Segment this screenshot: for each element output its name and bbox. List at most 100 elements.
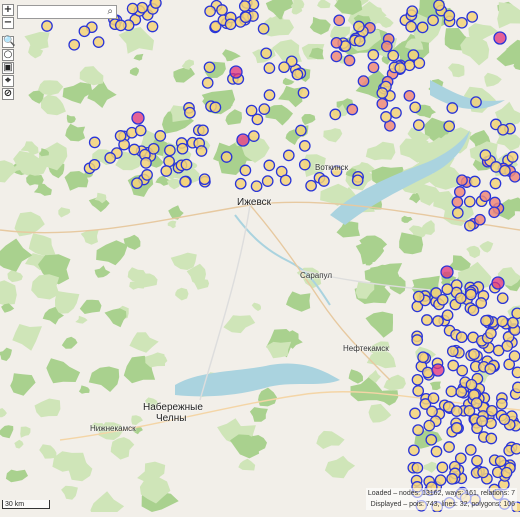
poi-marker[interactable]: [264, 63, 274, 73]
poi-marker[interactable]: [296, 125, 306, 135]
poi-marker[interactable]: [279, 62, 289, 72]
poi-marker[interactable]: [448, 346, 458, 356]
poi-marker[interactable]: [127, 3, 137, 13]
poi-marker[interactable]: [196, 146, 206, 156]
poi-marker[interactable]: [452, 197, 462, 207]
search-input[interactable]: ⌕: [17, 5, 117, 19]
poi-marker[interactable]: [471, 398, 481, 408]
poi-marker[interactable]: [199, 174, 209, 184]
poi-marker[interactable]: [258, 24, 268, 34]
poi-marker[interactable]: [496, 456, 506, 466]
poi-marker[interactable]: [354, 21, 364, 31]
poi-marker[interactable]: [300, 159, 310, 169]
poi-marker[interactable]: [412, 335, 422, 345]
poi-marker[interactable]: [198, 125, 208, 135]
poi-marker[interactable]: [428, 393, 438, 403]
poi-marker[interactable]: [377, 88, 387, 98]
poi-marker[interactable]: [455, 187, 465, 197]
poi-marker[interactable]: [467, 12, 477, 22]
poi-marker[interactable]: [281, 175, 291, 185]
poi-marker[interactable]: [409, 445, 419, 455]
poi-marker[interactable]: [306, 181, 316, 191]
poi-marker[interactable]: [115, 131, 125, 141]
poi-marker[interactable]: [490, 197, 500, 207]
poi-marker[interactable]: [410, 102, 420, 112]
poi-marker[interactable]: [406, 21, 416, 31]
poi-marker[interactable]: [264, 90, 274, 100]
poi-marker[interactable]: [42, 21, 52, 31]
poi-marker[interactable]: [344, 55, 354, 65]
map-canvas[interactable]: [0, 0, 520, 512]
poi-marker[interactable]: [512, 367, 520, 377]
poi-marker[interactable]: [164, 156, 174, 166]
poi-marker[interactable]: [331, 51, 341, 61]
poi-marker[interactable]: [501, 468, 511, 478]
poi-marker[interactable]: [155, 131, 165, 141]
poi-marker-highlight[interactable]: [432, 364, 444, 376]
poi-marker[interactable]: [358, 76, 368, 86]
poi-marker[interactable]: [355, 36, 365, 46]
poi-marker[interactable]: [497, 316, 507, 326]
clear-tool-icon[interactable]: ⊘: [2, 88, 14, 100]
poi-marker[interactable]: [466, 445, 476, 455]
poi-marker[interactable]: [407, 6, 417, 16]
poi-marker[interactable]: [410, 408, 420, 418]
poi-marker[interactable]: [475, 215, 485, 225]
poi-marker[interactable]: [437, 462, 447, 472]
poi-marker[interactable]: [447, 103, 457, 113]
poi-marker[interactable]: [498, 293, 508, 303]
poi-marker[interactable]: [456, 387, 466, 397]
poi-marker[interactable]: [137, 3, 147, 13]
poi-marker[interactable]: [500, 166, 510, 176]
poi-marker-highlight[interactable]: [492, 277, 504, 289]
poi-marker[interactable]: [292, 69, 302, 79]
poi-marker[interactable]: [513, 382, 520, 392]
poi-marker[interactable]: [413, 386, 423, 396]
poi-marker[interactable]: [452, 423, 462, 433]
poi-marker[interactable]: [444, 121, 454, 131]
poi-marker[interactable]: [368, 50, 378, 60]
poi-marker[interactable]: [485, 364, 495, 374]
poi-marker-highlight[interactable]: [237, 134, 249, 146]
poi-marker[interactable]: [79, 26, 89, 36]
poi-marker[interactable]: [497, 399, 507, 409]
poi-marker[interactable]: [388, 50, 398, 60]
circle-tool-icon[interactable]: ○: [2, 49, 14, 61]
poi-marker[interactable]: [480, 191, 490, 201]
poi-marker[interactable]: [457, 365, 467, 375]
poi-marker[interactable]: [381, 112, 391, 122]
poi-marker[interactable]: [511, 444, 520, 454]
poi-marker[interactable]: [395, 63, 405, 73]
poi-marker[interactable]: [481, 316, 491, 326]
poi-marker[interactable]: [89, 160, 99, 170]
poi-marker[interactable]: [221, 152, 231, 162]
poi-marker[interactable]: [414, 120, 424, 130]
search-tool-icon[interactable]: 🔍: [2, 36, 14, 48]
poi-marker[interactable]: [442, 284, 452, 294]
poi-marker[interactable]: [240, 165, 250, 175]
poi-marker[interactable]: [203, 78, 213, 88]
poi-marker[interactable]: [319, 176, 329, 186]
poi-marker[interactable]: [368, 62, 378, 72]
poi-marker[interactable]: [435, 475, 445, 485]
poi-marker[interactable]: [261, 48, 271, 58]
poi-marker-highlight[interactable]: [132, 112, 144, 124]
poi-marker[interactable]: [391, 108, 401, 118]
poi-marker[interactable]: [471, 97, 481, 107]
poi-marker[interactable]: [149, 144, 159, 154]
poi-marker[interactable]: [428, 15, 438, 25]
poi-marker[interactable]: [141, 158, 151, 168]
poi-marker[interactable]: [466, 289, 476, 299]
poi-marker[interactable]: [240, 1, 250, 11]
poi-marker[interactable]: [489, 207, 499, 217]
poi-marker[interactable]: [177, 144, 187, 154]
poi-marker[interactable]: [457, 332, 467, 342]
poi-marker[interactable]: [465, 196, 475, 206]
poi-marker[interactable]: [510, 172, 520, 182]
poi-marker[interactable]: [427, 406, 437, 416]
poi-marker[interactable]: [446, 386, 456, 396]
poi-marker[interactable]: [264, 160, 274, 170]
poi-marker[interactable]: [444, 442, 454, 452]
poi-marker[interactable]: [466, 380, 476, 390]
poi-marker[interactable]: [142, 170, 152, 180]
